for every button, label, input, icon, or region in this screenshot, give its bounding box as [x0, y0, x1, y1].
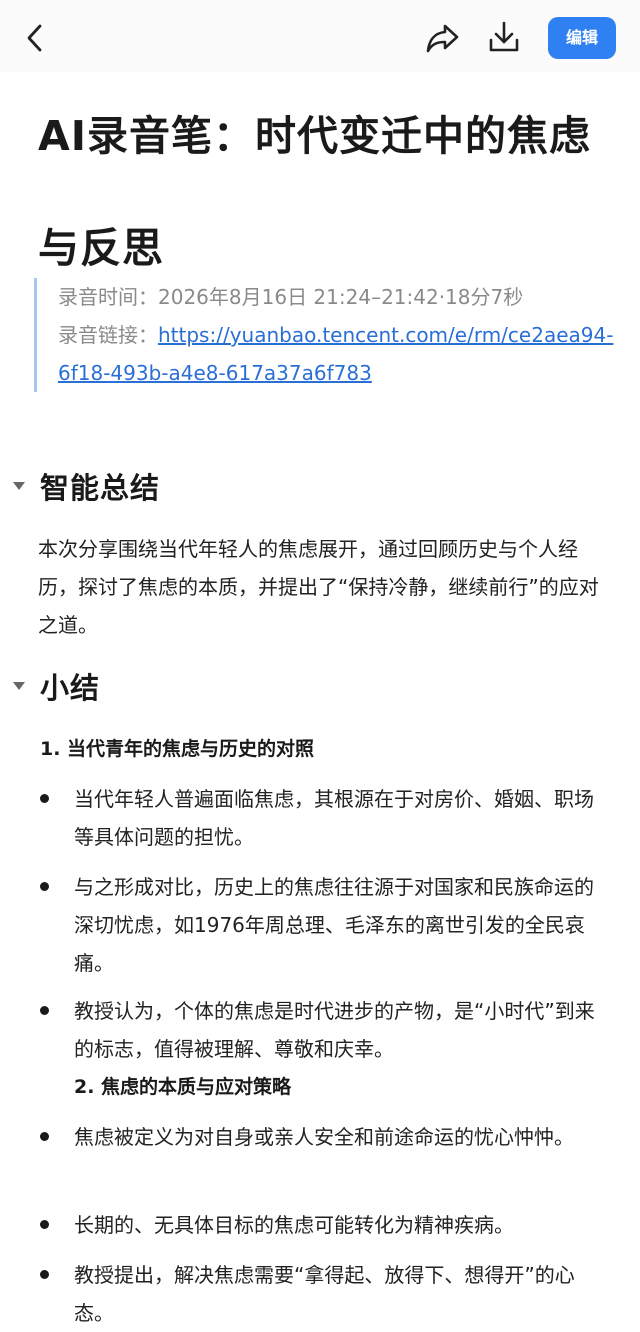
list-item-text: 焦虑被定义为对自身或亲人安全和前途命运的忧心忡忡。	[74, 1125, 574, 1149]
share-icon[interactable]	[424, 20, 462, 56]
recap-section-header[interactable]: 小结	[12, 664, 100, 708]
list-item-text: 教授认为，个体的焦虑是时代进步的产物，是“小时代”到来的标志，值得被理解、尊敬和…	[74, 999, 595, 1061]
download-icon[interactable]	[486, 18, 522, 56]
list-item-text: 长期的、无具体目标的焦虑可能转化为精神疾病。	[74, 1213, 514, 1237]
edit-button[interactable]: 编辑	[548, 17, 616, 59]
recording-link: 录音链接：https://yuanbao.tencent.com/e/rm/ce…	[58, 316, 618, 392]
top-bar: 编辑	[0, 0, 640, 72]
recap-subheading-1: 1. 当代青年的焦虑与历史的对照	[40, 738, 315, 760]
summary-section-header[interactable]: 智能总结	[12, 464, 160, 508]
recap-subheading-2: 2. 焦虑的本质与应对策略	[74, 1076, 292, 1098]
caret-down-icon[interactable]	[12, 681, 26, 691]
list-item: 长期的、无具体目标的焦虑可能转化为精神疾病。	[40, 1206, 600, 1244]
caret-down-icon[interactable]	[12, 481, 26, 491]
bullet-dot	[40, 794, 49, 803]
bullet-dot	[40, 1132, 49, 1141]
summary-heading: 智能总结	[40, 471, 161, 505]
chevron-left-icon[interactable]	[20, 20, 50, 56]
recording-time-label: 录音时间：	[58, 285, 158, 309]
bullet-dot	[40, 1006, 49, 1015]
bullet-dot	[40, 882, 49, 891]
summary-text: 本次分享围绕当代年轻人的焦虑展开，通过回顾历史与个人经历，探讨了焦虑的本质，并提…	[38, 537, 599, 637]
recap-heading: 小结	[40, 671, 101, 705]
list-item: 教授提出，解决焦虑需要“拿得起、放得下、想得开”的心态。	[40, 1256, 600, 1332]
bullet-dot	[40, 1270, 49, 1279]
recording-link-label: 录音链接：	[58, 323, 158, 347]
list-item: 焦虑被定义为对自身或亲人安全和前途命运的忧心忡忡。	[40, 1118, 600, 1156]
list-item: 当代年轻人普遍面临焦虑，其根源在于对房价、婚姻、职场等具体问题的担忧。	[40, 780, 600, 856]
list-item-text: 当代年轻人普遍面临焦虑，其根源在于对房价、婚姻、职场等具体问题的担忧。	[74, 787, 594, 849]
recording-time: 录音时间：2026年8月16日 21:24–21:42·18分7秒	[58, 278, 618, 316]
list-item: 与之形成对比，历史上的焦虑往往源于对国家和民族命运的深切忧虑，如1976年周总理…	[40, 868, 600, 982]
recording-time-value: 2026年8月16日 21:24–21:42·18分7秒	[158, 285, 524, 309]
bullet-dot	[40, 1220, 49, 1229]
page-title: AI录音笔：时代变迁中的焦虑与反思	[38, 112, 591, 272]
recording-meta: 录音时间：2026年8月16日 21:24–21:42·18分7秒 录音链接：h…	[34, 278, 618, 392]
list-item-text: 教授提出，解决焦虑需要“拿得起、放得下、想得开”的心态。	[74, 1263, 575, 1325]
list-item-text: 与之形成对比，历史上的焦虑往往源于对国家和民族命运的深切忧虑，如1976年周总理…	[74, 875, 594, 975]
list-item: 教授认为，个体的焦虑是时代进步的产物，是“小时代”到来的标志，值得被理解、尊敬和…	[40, 992, 600, 1068]
